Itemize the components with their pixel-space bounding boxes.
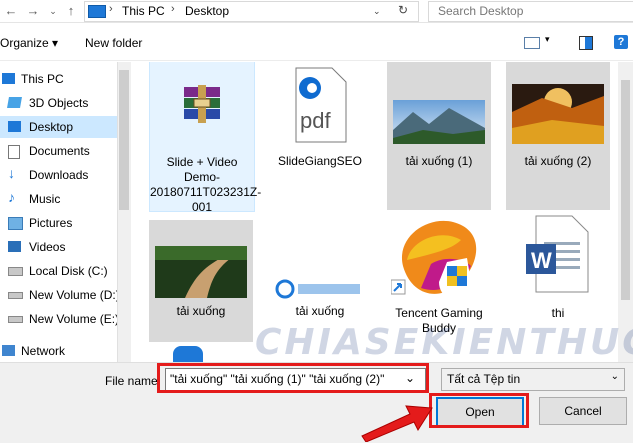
file-list-scrollbar-thumb[interactable] <box>621 80 630 300</box>
sidebar-item-label: 3D Objects <box>29 96 89 110</box>
tencent-gaming-buddy-icon <box>391 220 477 300</box>
address-dropdown-chevron-icon[interactable]: ⌄ <box>373 6 381 17</box>
file-item-slidegiangseo[interactable]: pdf SlideGiangSEO <box>268 62 372 210</box>
breadcrumb-separator-icon: › <box>109 3 113 15</box>
forward-arrow-icon[interactable]: → <box>24 2 42 20</box>
sidebar-item-local-disk-c[interactable]: Local Disk (C:) <box>0 260 117 282</box>
sidebar-item-3d-objects[interactable]: 3D Objects <box>0 92 117 114</box>
preview-pane-icon[interactable] <box>579 36 593 50</box>
view-chevron-icon[interactable]: ▾ <box>545 34 550 45</box>
sidebar-item-label: Pictures <box>29 216 73 230</box>
sidebar-item-documents[interactable]: Documents <box>0 140 117 162</box>
cancel-button[interactable]: Cancel <box>539 397 627 425</box>
sidebar-item-label: Downloads <box>29 168 89 182</box>
red-arrow-icon <box>361 405 433 442</box>
partial-file-icon[interactable] <box>173 346 203 362</box>
up-arrow-icon[interactable]: ↑ <box>62 2 80 20</box>
recent-locations-chevron-icon[interactable]: ⌄ <box>44 2 62 20</box>
breadcrumb-this-pc[interactable]: This PC <box>122 4 165 18</box>
sidebar-item-label: Music <box>29 192 61 206</box>
sidebar-item-videos[interactable]: Videos <box>0 236 117 258</box>
file-list: Slide + Video Demo-20180711T023231Z-001 … <box>131 62 618 362</box>
document-icon <box>8 145 20 159</box>
breadcrumb[interactable]: › This PC › Desktop ⌄ ↻ <box>84 1 419 22</box>
this-pc-icon <box>88 5 106 18</box>
sidebar-item-downloads[interactable]: ↓ Downloads <box>0 164 117 186</box>
sidebar-scrollbar-thumb[interactable] <box>119 70 129 210</box>
sidebar-item-label: Videos <box>29 240 66 254</box>
sidebar-item-this-pc[interactable]: This PC <box>0 68 117 90</box>
file-item-tai-xuong-2[interactable]: tải xuống (2) <box>506 62 610 210</box>
file-label: tải xuống <box>176 304 226 318</box>
pdf-edge-icon: pdf <box>295 67 347 143</box>
image-thumbnail-path <box>155 246 247 298</box>
search-input[interactable]: Search Desktop <box>428 1 633 22</box>
sidebar-item-label: Local Disk (C:) <box>29 264 108 278</box>
sidebar-item-music[interactable]: ♪ Music <box>0 188 117 210</box>
organize-label: Organize <box>0 36 49 50</box>
search-placeholder: Search Desktop <box>438 4 524 18</box>
image-thumbnail-logo <box>274 278 366 300</box>
sidebar-item-pictures[interactable]: Pictures <box>0 212 117 234</box>
drive-icon <box>8 292 23 299</box>
watermark-logo: CHIASEKIENTHUC <box>255 322 633 363</box>
file-label: tải xuống (1) <box>405 154 473 168</box>
winrar-archive-icon <box>184 85 220 123</box>
address-bar: ← → ⌄ ↑ › This PC › Desktop ⌄ ↻ Search D… <box>0 0 633 23</box>
pc-icon <box>2 73 15 84</box>
chevron-down-icon: ⌄ <box>610 371 619 382</box>
file-item-slide-video-demo[interactable]: Slide + Video Demo-20180711T023231Z-001 <box>149 62 262 214</box>
image-thumbnail-mountain <box>393 100 485 144</box>
file-label: Slide + Video Demo-20180711T023231Z-001 <box>150 155 262 214</box>
file-type-filter-select[interactable]: Tất cả Tệp tin ⌄ <box>441 368 625 391</box>
help-icon[interactable]: ? <box>614 35 628 49</box>
sidebar-item-label: Documents <box>29 144 90 158</box>
image-thumbnail-autumn <box>512 84 604 144</box>
drive-icon <box>8 267 23 276</box>
sidebar-item-label: New Volume (E:) <box>29 312 120 326</box>
sidebar-item-label: Network <box>21 344 66 358</box>
sidebar-item-new-volume-e[interactable]: New Volume (E:) <box>0 308 120 330</box>
sidebar-item-network[interactable]: Network <box>0 340 117 362</box>
navigation-pane: This PC 3D Objects Desktop Documents ↓ D… <box>0 62 120 362</box>
highlight-box-open-button <box>429 393 529 428</box>
breadcrumb-desktop[interactable]: Desktop <box>185 4 229 18</box>
word-document-icon: W <box>526 215 589 293</box>
sidebar-item-label: Desktop <box>29 120 74 134</box>
sidebar-item-label: New Volume (D:) <box>29 288 120 302</box>
file-label: thi <box>551 306 565 320</box>
network-icon <box>2 345 15 356</box>
file-label: tải xuống <box>295 304 345 318</box>
toolbar: Organize ▾ New folder ▾ ? <box>0 24 633 61</box>
file-item-tai-xuong[interactable]: tải xuống <box>149 220 253 342</box>
drive-icon <box>8 316 23 323</box>
file-item-thi[interactable]: W thi <box>506 210 610 340</box>
videos-icon <box>8 241 21 252</box>
organize-button[interactable]: Organize ▾ <box>0 36 58 50</box>
file-item-tai-xuong-1[interactable]: tải xuống (1) <box>387 62 491 210</box>
svg-text:W: W <box>531 248 552 273</box>
breadcrumb-separator-icon: › <box>171 3 175 15</box>
refresh-icon[interactable]: ↻ <box>398 3 408 17</box>
desktop-icon <box>8 121 21 132</box>
svg-text:pdf: pdf <box>300 108 331 133</box>
highlight-box-file-name <box>157 363 429 393</box>
cube-icon <box>7 97 22 108</box>
music-icon: ♪ <box>8 189 15 205</box>
back-arrow-icon[interactable]: ← <box>2 2 20 20</box>
file-item-tencent-gaming-buddy[interactable]: Tencent Gaming Buddy <box>387 210 491 340</box>
download-icon: ↓ <box>8 165 15 181</box>
file-name-label: File name: <box>105 374 162 388</box>
new-folder-button[interactable]: New folder <box>85 36 142 50</box>
file-label: SlideGiangSEO <box>277 154 363 168</box>
view-options-icon[interactable] <box>524 37 540 49</box>
sidebar-item-desktop[interactable]: Desktop <box>0 116 117 138</box>
sidebar-item-new-volume-d[interactable]: New Volume (D:) <box>0 284 120 306</box>
file-label: tải xuống (2) <box>524 154 592 168</box>
sidebar-item-label: This PC <box>21 72 64 86</box>
pictures-icon <box>8 217 23 230</box>
file-type-filter-value: Tất cả Tệp tin <box>447 372 521 386</box>
